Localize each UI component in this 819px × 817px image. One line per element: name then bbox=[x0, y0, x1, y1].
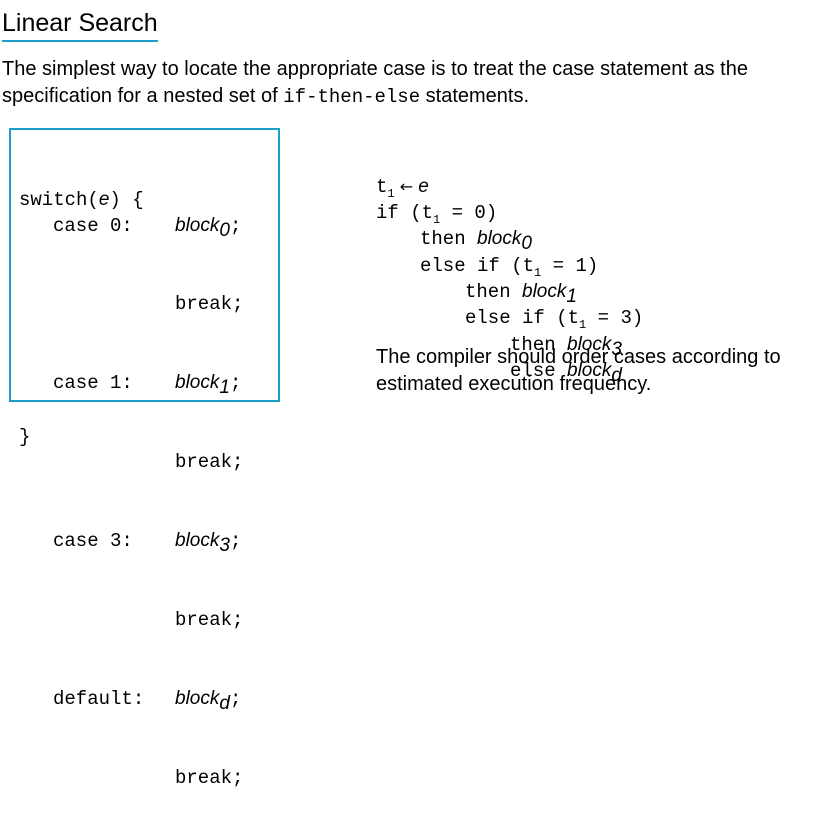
case-1-label: case 1: bbox=[53, 372, 133, 395]
compiler-note: The compiler should order cases accordin… bbox=[376, 346, 781, 395]
case-0-break: break; bbox=[175, 293, 244, 316]
switch-close-brace: } bbox=[19, 425, 31, 448]
case-0-label: case 0: bbox=[53, 214, 133, 237]
default-block: blockd; bbox=[175, 687, 242, 714]
case-1-break: break; bbox=[175, 451, 244, 474]
intro-paragraph: The simplest way to locate the appropria… bbox=[2, 56, 802, 111]
case-1-block: block1; bbox=[175, 372, 242, 399]
slide-title: Linear Search bbox=[2, 8, 158, 42]
intro-inline-code: if-then-else bbox=[283, 86, 421, 108]
default-label: default: bbox=[53, 687, 145, 710]
case-bodies: block0; break; block1; break; block3; br… bbox=[175, 160, 243, 817]
case-labels: case 0: case 1: case 3: default: bbox=[53, 160, 144, 739]
intro-text-after: statements. bbox=[420, 85, 530, 107]
case-3-block: block3; bbox=[175, 530, 242, 556]
case-3-break: break; bbox=[175, 609, 244, 632]
case-3-label: case 3: bbox=[53, 530, 133, 553]
case-0-block: block0; bbox=[175, 214, 242, 241]
switch-close-line: } bbox=[19, 371, 42, 476]
default-break: break; bbox=[175, 766, 244, 789]
